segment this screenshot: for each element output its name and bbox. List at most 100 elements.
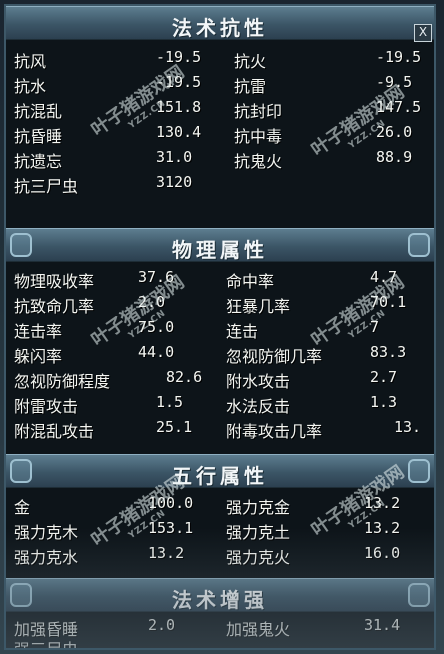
stat-value: 13. xyxy=(394,418,422,436)
stat-row: 抗三尸虫 3120 xyxy=(6,171,434,196)
section-header-spell-resistance: 法术抗性 xyxy=(6,6,434,40)
stat-label: 躲闪率 xyxy=(14,347,63,366)
stat-row: 抗致命几率 2.0 狂暴几率 70.1 xyxy=(6,291,434,316)
stat-label: 抗风 xyxy=(14,52,47,71)
stat-value: 2.0 xyxy=(138,293,166,311)
stat-value: 1.3 xyxy=(370,393,398,411)
stat-row: 附混乱攻击 25.1 附毒攻击几率 13. xyxy=(6,416,434,441)
stat-label: 抗雷 xyxy=(234,77,267,96)
stat-label: 强力克火 xyxy=(226,548,291,567)
stat-value: -9.5 xyxy=(376,73,413,91)
stat-row: 抗遗忘 31.0 抗鬼火 88.9 xyxy=(6,146,434,171)
stat-value: 3120 xyxy=(156,173,193,191)
stat-label: 抗鬼火 xyxy=(234,152,283,171)
stat-value: 2.7 xyxy=(370,368,398,386)
stat-label: 抗混乱 xyxy=(14,102,63,121)
stat-value: 26.0 xyxy=(376,123,413,141)
game-window: 法术抗性 X 抗风 -19.5 抗火 -19.5 抗水 -19.5 抗雷 -9.… xyxy=(0,0,444,654)
spell-boost-rows: 加强昏睡 2.0 加强鬼火 31.4 强三尸虫 xyxy=(6,614,434,650)
physical-rows: 物理吸收率 37.6 命中率 4.7 抗致命几率 2.0 狂暴几率 70.1 连… xyxy=(6,266,434,441)
stat-row: 加强昏睡 2.0 加强鬼火 31.4 xyxy=(6,614,434,639)
stat-row: 忽视防御程度 82.6 附水攻击 2.7 xyxy=(6,366,434,391)
stat-row: 抗昏睡 130.4 抗中毒 26.0 xyxy=(6,121,434,146)
stat-value: 130.4 xyxy=(156,123,202,141)
stat-row: 附雷攻击 1.5 水法反击 1.3 xyxy=(6,391,434,416)
stat-value: 31.4 xyxy=(364,616,401,634)
stat-label: 抗遗忘 xyxy=(14,152,63,171)
attribute-panel: 法术抗性 X 抗风 -19.5 抗火 -19.5 抗水 -19.5 抗雷 -9.… xyxy=(4,4,436,650)
stat-row: 强力克水 13.2 强力克火 16.0 xyxy=(6,542,434,567)
stat-value: 13.2 xyxy=(148,544,185,562)
spell-resistance-rows: 抗风 -19.5 抗火 -19.5 抗水 -19.5 抗雷 -9.5 抗混乱 1… xyxy=(6,46,434,196)
stat-row: 抗风 -19.5 抗火 -19.5 xyxy=(6,46,434,71)
stat-label: 金 xyxy=(14,498,31,517)
stat-label: 抗火 xyxy=(234,52,267,71)
stat-label: 强力克土 xyxy=(226,523,291,542)
section-header-spell-boost: 法术增强 xyxy=(6,578,434,612)
stat-value: -19.5 xyxy=(156,73,202,91)
stat-value: 151.8 xyxy=(156,98,202,116)
stat-value: 25.1 xyxy=(156,418,193,436)
stat-label: 抗封印 xyxy=(234,102,283,121)
stat-label: 附雷攻击 xyxy=(14,397,79,416)
stat-row: 物理吸收率 37.6 命中率 4.7 xyxy=(6,266,434,291)
stat-row: 强力克木 153.1 强力克土 13.2 xyxy=(6,517,434,542)
stat-value: 16.0 xyxy=(364,544,401,562)
stat-value: 13.2 xyxy=(364,519,401,537)
stat-row: 躲闪率 44.0 忽视防御几率 83.3 xyxy=(6,341,434,366)
stat-value: 4.7 xyxy=(370,268,398,286)
stat-value: -19.5 xyxy=(156,48,202,66)
stat-value: 13.2 xyxy=(364,494,401,512)
section-header-five-elements: 五行属性 xyxy=(6,454,434,488)
stat-row: 连击率 75.0 连击 7 xyxy=(6,316,434,341)
ornament-icon xyxy=(408,583,430,607)
stat-row: 抗混乱 151.8 抗封印 147.5 xyxy=(6,96,434,121)
stat-value: 2.0 xyxy=(148,616,176,634)
stat-label: 附混乱攻击 xyxy=(14,422,95,441)
stat-label: 附毒攻击几率 xyxy=(226,422,323,441)
stat-value: 31.0 xyxy=(156,148,193,166)
stat-label: 连击 xyxy=(226,322,259,341)
stat-value: 100.0 xyxy=(148,494,194,512)
stat-value: 75.0 xyxy=(138,318,175,336)
stat-label: 抗三尸虫 xyxy=(14,177,79,196)
section-title: 法术抗性 xyxy=(172,16,268,40)
stat-value: 153.1 xyxy=(148,519,194,537)
stat-value: 70.1 xyxy=(370,293,407,311)
stat-value: 37.6 xyxy=(138,268,175,286)
stat-label: 强三尸虫 xyxy=(14,640,79,650)
section-title: 物理属性 xyxy=(172,238,268,262)
close-button[interactable]: X xyxy=(414,24,432,42)
stat-label: 水法反击 xyxy=(226,397,291,416)
stat-label: 命中率 xyxy=(226,272,275,291)
stat-value: 88.9 xyxy=(376,148,413,166)
stat-value: 83.3 xyxy=(370,343,407,361)
stat-row: 强三尸虫 xyxy=(6,634,434,650)
ornament-icon xyxy=(408,233,430,257)
stat-value: 82.6 xyxy=(166,368,203,386)
section-title: 五行属性 xyxy=(172,464,268,488)
stat-label: 抗致命几率 xyxy=(14,297,95,316)
stat-label: 强力克木 xyxy=(14,523,79,542)
stat-label: 抗昏睡 xyxy=(14,127,63,146)
stat-value: 1.5 xyxy=(156,393,184,411)
stat-label: 强力克水 xyxy=(14,548,79,567)
stat-label: 物理吸收率 xyxy=(14,272,95,291)
stat-label: 抗水 xyxy=(14,77,47,96)
stat-value: 44.0 xyxy=(138,343,175,361)
stat-label: 忽视防御几率 xyxy=(226,347,323,366)
stat-label: 抗中毒 xyxy=(234,127,283,146)
five-elements-rows: 金 100.0 强力克金 13.2 强力克木 153.1 强力克土 13.2 强… xyxy=(6,492,434,567)
stat-value: 7 xyxy=(370,318,380,336)
ornament-icon xyxy=(408,459,430,483)
stat-label: 忽视防御程度 xyxy=(14,372,111,391)
stat-row: 抗水 -19.5 抗雷 -9.5 xyxy=(6,71,434,96)
section-title: 法术增强 xyxy=(172,588,268,612)
stat-label: 狂暴几率 xyxy=(226,297,291,316)
stat-label: 连击率 xyxy=(14,322,63,341)
stat-label: 强力克金 xyxy=(226,498,291,517)
section-header-physical: 物理属性 xyxy=(6,228,434,262)
stat-label: 附水攻击 xyxy=(226,372,291,391)
stat-row: 金 100.0 强力克金 13.2 xyxy=(6,492,434,517)
stat-value: 147.5 xyxy=(376,98,422,116)
